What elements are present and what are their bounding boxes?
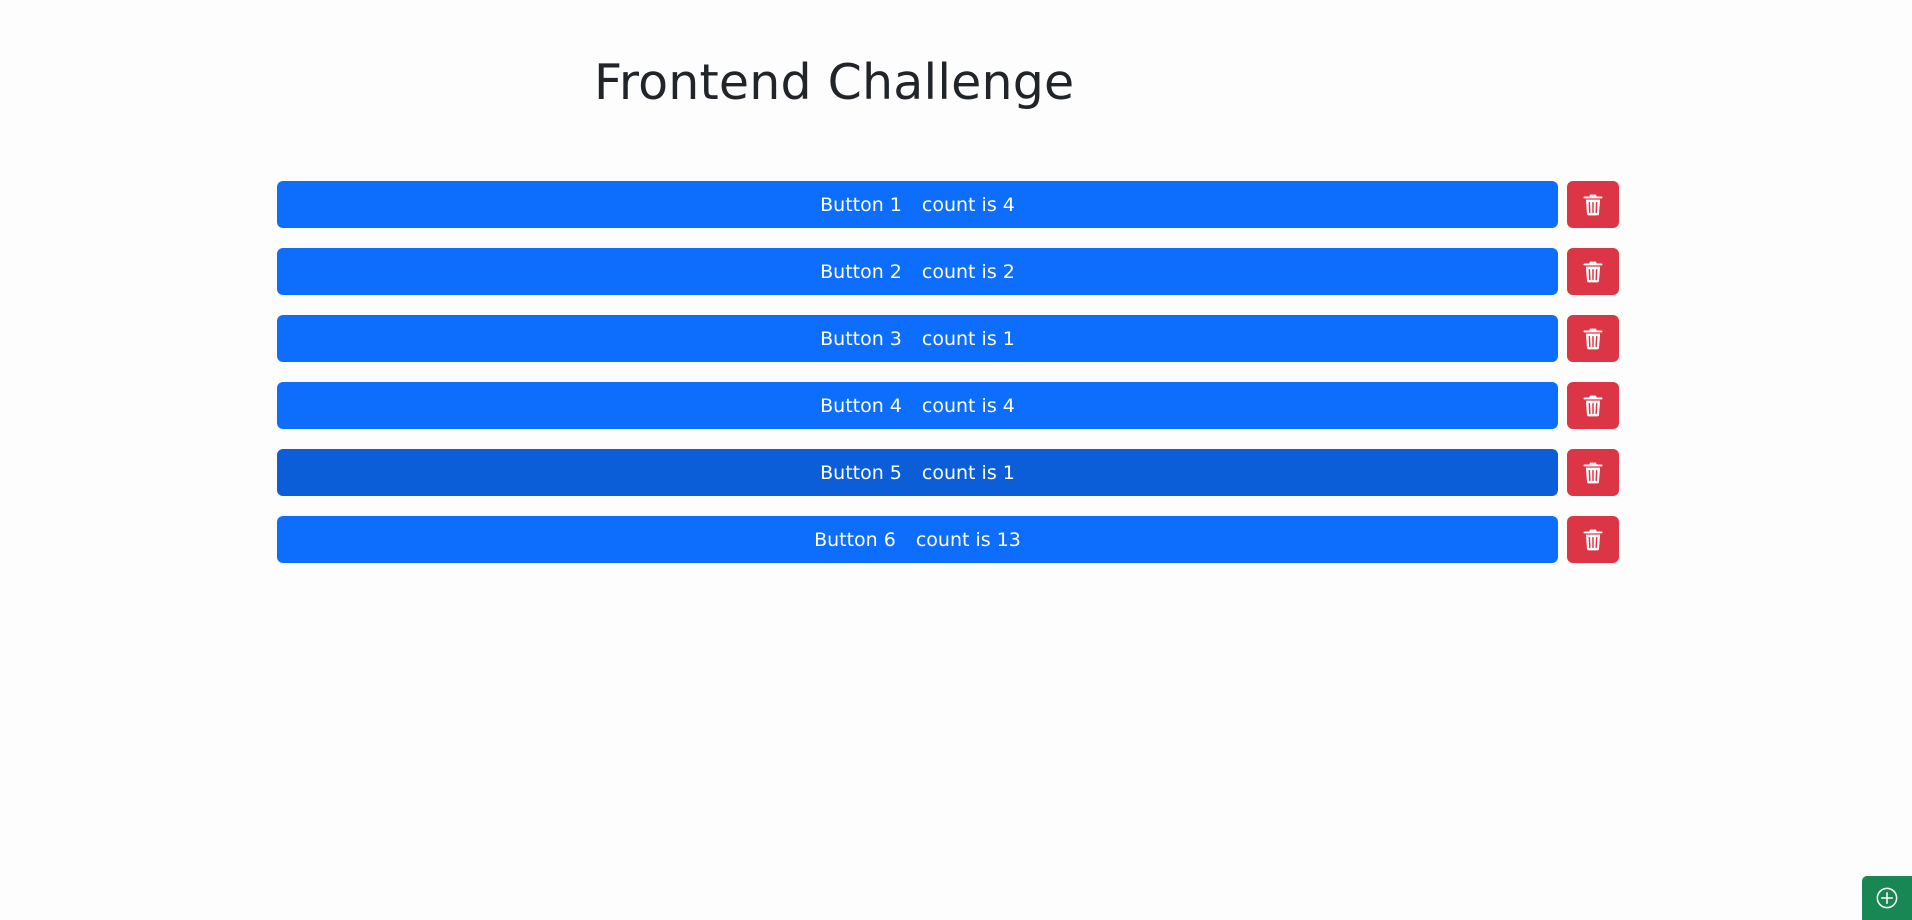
- delete-button-3[interactable]: [1567, 315, 1619, 362]
- trash-icon: [1583, 328, 1603, 349]
- add-button[interactable]: [1862, 876, 1912, 920]
- counter-button-count: count is 2: [921, 260, 1015, 283]
- counter-button-3[interactable]: Button 3 count is 1: [277, 315, 1558, 362]
- counter-button-count: count is 4: [921, 394, 1015, 417]
- counter-button-label: Button 1: [820, 193, 902, 216]
- trash-icon: [1583, 462, 1603, 483]
- counter-button-label: Button 2: [820, 260, 902, 283]
- list-item: Button 6 count is 13: [277, 516, 1619, 563]
- list-item: Button 2 count is 2: [277, 248, 1619, 295]
- list-item: Button 1 count is 4: [277, 181, 1619, 228]
- delete-button-1[interactable]: [1567, 181, 1619, 228]
- counter-button-5[interactable]: Button 5 count is 1: [277, 449, 1558, 496]
- counter-button-label: Button 5: [820, 461, 902, 484]
- counter-button-4[interactable]: Button 4 count is 4: [277, 382, 1558, 429]
- page: Frontend Challenge Button 1 count is 4 B…: [0, 0, 1912, 920]
- trash-icon: [1583, 194, 1603, 215]
- counter-button-label: Button 6: [814, 528, 896, 551]
- counter-button-label: Button 4: [820, 394, 902, 417]
- counter-button-count: count is 1: [921, 327, 1015, 350]
- trash-icon: [1583, 529, 1603, 550]
- counter-button-count: count is 13: [915, 528, 1021, 551]
- list-item: Button 4 count is 4: [277, 382, 1619, 429]
- counter-button-label: Button 3: [820, 327, 902, 350]
- delete-button-4[interactable]: [1567, 382, 1619, 429]
- counter-button-1[interactable]: Button 1 count is 4: [277, 181, 1558, 228]
- counter-button-count: count is 1: [921, 461, 1015, 484]
- button-list: Button 1 count is 4 Button 2 count is 2 …: [277, 181, 1619, 583]
- trash-icon: [1583, 261, 1603, 282]
- list-item: Button 3 count is 1: [277, 315, 1619, 362]
- counter-button-6[interactable]: Button 6 count is 13: [277, 516, 1558, 563]
- trash-icon: [1583, 395, 1603, 416]
- plus-circle-icon: [1876, 887, 1898, 909]
- counter-button-2[interactable]: Button 2 count is 2: [277, 248, 1558, 295]
- delete-button-6[interactable]: [1567, 516, 1619, 563]
- counter-button-count: count is 4: [921, 193, 1015, 216]
- delete-button-2[interactable]: [1567, 248, 1619, 295]
- delete-button-5[interactable]: [1567, 449, 1619, 496]
- list-item: Button 5 count is 1: [277, 449, 1619, 496]
- page-title: Frontend Challenge: [594, 54, 1075, 111]
